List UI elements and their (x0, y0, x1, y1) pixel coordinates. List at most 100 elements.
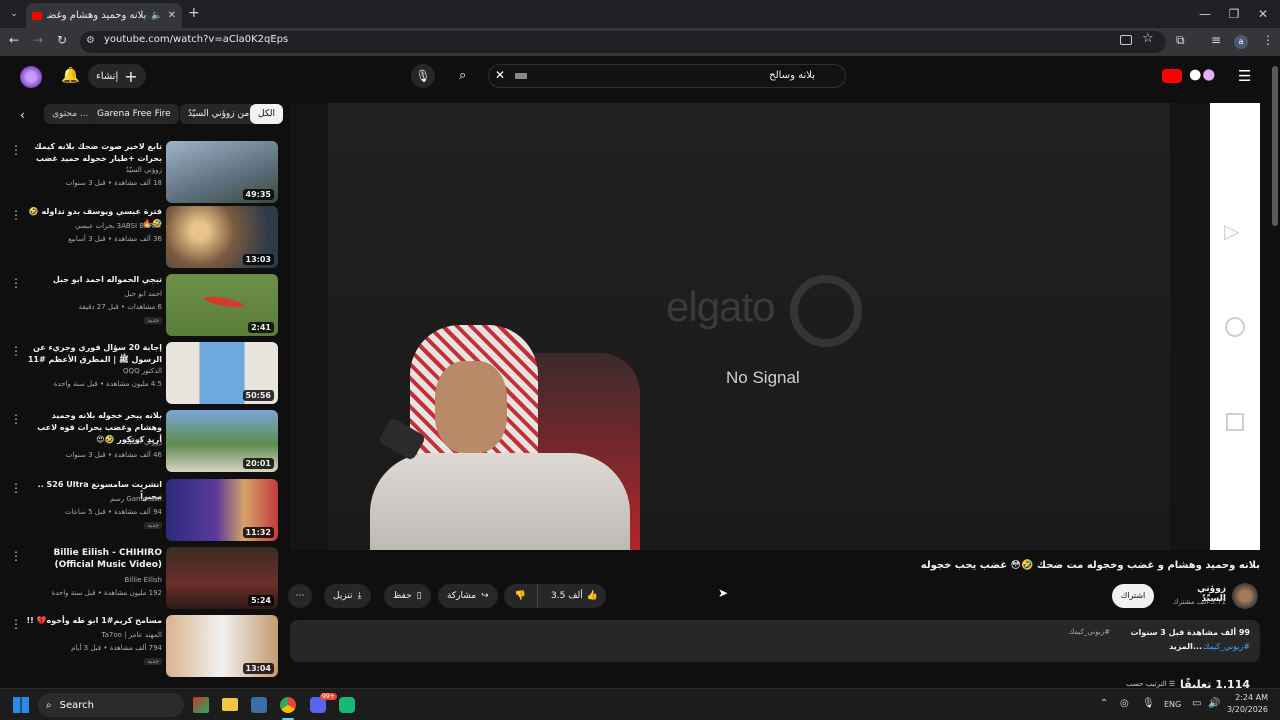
list-item[interactable]: ⋮ فترة عبسي ويوسف بدو تداوله 🤣🤣🔥 3ABSI B… (0, 206, 282, 272)
media-queue-icon[interactable]: ≡ (1211, 33, 1221, 47)
rec-thumbnail[interactable]: 49:35 (166, 141, 278, 203)
rec-thumbnail[interactable]: 13:03 (166, 206, 278, 268)
clear-search-icon[interactable]: ✕ (495, 68, 505, 82)
reload-icon[interactable]: ↻ (57, 33, 67, 47)
tray-chevron-icon[interactable]: ⌃ (1100, 698, 1108, 709)
list-item[interactable]: ⋮ إجابة 20 سؤال فوري وجريء عن الرسول ﷺ |… (0, 342, 282, 408)
forward-icon[interactable]: → (33, 33, 43, 47)
youtube-logo[interactable] (1162, 69, 1182, 83)
list-item[interactable]: ⋮ مسامح كريم#1 ابو طه وأخوه💔 !! المهند ع… (0, 615, 282, 681)
rec-thumbnail[interactable]: 5:24 (166, 547, 278, 609)
guide-menu-icon[interactable]: ☰ (1238, 67, 1251, 85)
home-circle-icon[interactable] (1225, 317, 1245, 337)
more-options-icon[interactable]: ⋮ (10, 143, 22, 157)
rec-channel[interactable]: احمد ابو جبل (22, 290, 162, 298)
rec-thumbnail[interactable]: 13:04 (166, 615, 278, 677)
rec-title[interactable]: إجابة 20 سؤال فوري وجريء عن الرسول ﷺ | ا… (22, 342, 162, 366)
rec-title[interactable]: مسامح كريم#1 ابو طه وأخوه💔 !! (22, 615, 162, 627)
rec-channel[interactable]: الدكتور QQQ (22, 367, 162, 375)
obs-app-icon[interactable] (339, 697, 355, 713)
download-button[interactable]: تنزيل ⤓ (324, 584, 371, 608)
taskbar-search[interactable]: ⌕ Search (38, 693, 184, 717)
show-more-link[interactable]: ...المزيد (1169, 642, 1202, 651)
rec-title[interactable]: تبجي الحمواله احمد ابو جبل (22, 274, 162, 286)
chip-all[interactable]: الكل (250, 104, 284, 124)
voice-search-button[interactable]: 🎙 (411, 64, 435, 88)
more-options-icon[interactable]: ⋮ (10, 344, 22, 358)
share-button[interactable]: مشاركة ↪ (438, 584, 498, 608)
more-options-icon[interactable]: ⋮ (10, 276, 22, 290)
tab-search-button[interactable]: ⌄ (6, 6, 22, 22)
like-button[interactable]: 3.5 ألف 👍 (543, 591, 606, 601)
rec-title[interactable]: Billie Eilish - CHIHIRO (Official Music … (22, 547, 162, 571)
more-actions-button[interactable]: ⋯ (288, 584, 312, 608)
account-avatar[interactable] (20, 66, 42, 88)
save-button[interactable]: حفظ ▯ (384, 584, 431, 608)
list-item[interactable]: ⋮ بلانه يبحر خجوله بلانه وحميد وهشام وغض… (0, 410, 282, 476)
play-triangle-icon[interactable]: ▷ (1224, 219, 1239, 243)
sort-comments-button[interactable]: الترتيب حسب ☰ (1126, 680, 1175, 688)
rec-thumbnail[interactable]: 50:56 (166, 342, 278, 404)
list-item[interactable]: ⋮ Billie Eilish - CHIHIRO (Official Musi… (0, 547, 282, 613)
windows-start-icon[interactable] (13, 697, 29, 713)
rec-channel[interactable]: زوؤني السيّدٌ (22, 166, 162, 174)
chrome-icon[interactable] (280, 697, 296, 713)
page-scrollbar[interactable] (1272, 66, 1278, 226)
dislike-button[interactable]: 👎 (504, 584, 538, 608)
site-info-icon[interactable]: ⚙ (86, 35, 95, 46)
browser-tab[interactable]: ✕ 🔈 بلانه وحميد وهشام وغضب (26, 3, 182, 28)
chip-garena[interactable]: Garena Free Fire (89, 104, 179, 124)
subscribe-button[interactable]: اشتراك (1112, 584, 1154, 608)
list-item[interactable]: ⋮ تبجي الحمواله احمد ابو جبل احمد ابو جب… (0, 274, 282, 340)
rec-channel[interactable]: Gamerawi رسم (22, 495, 162, 503)
close-window-button[interactable]: ✕ (1248, 4, 1278, 24)
network-icon[interactable]: ▭ (1192, 698, 1201, 709)
clock-date[interactable]: 3/20/2026 (1226, 705, 1268, 714)
url-text[interactable]: youtube.com/watch?v=aCla0K2qEps (104, 34, 288, 45)
list-item[interactable]: ⋮ انشريت سامسونغ S26 Ultra .. مجبراً Gam… (0, 479, 282, 545)
search-input[interactable]: بلانه وسالح (769, 70, 815, 81)
search-box[interactable]: ⌕ ✕ بلانه وسالح (459, 64, 846, 88)
language-indicator[interactable]: ENG (1164, 700, 1181, 709)
cast-icon[interactable] (1120, 35, 1132, 45)
rec-channel[interactable]: 3ABSI BARAT بحرات عبسي (22, 222, 162, 230)
rec-thumbnail[interactable]: 20:01 (166, 410, 278, 472)
channel-avatar[interactable] (1232, 583, 1258, 609)
profile-avatar[interactable]: a (1234, 35, 1248, 49)
more-options-icon[interactable]: ⋮ (10, 208, 22, 222)
rec-title[interactable]: تابع لاخير صوت ضحك بلانه كيمك بحرات +طيا… (22, 141, 162, 165)
microphone-icon[interactable]: 🎙 (1142, 698, 1155, 709)
restore-button[interactable]: ❐ (1219, 4, 1249, 24)
audio-icon[interactable]: 🔈 (151, 11, 162, 21)
rec-thumbnail[interactable]: 2:41 (166, 274, 278, 336)
close-tab-icon[interactable]: ✕ (168, 10, 176, 21)
recents-square-icon[interactable] (1226, 413, 1244, 431)
search-icon[interactable]: ⌕ (459, 68, 466, 83)
more-options-icon[interactable]: ⋮ (10, 412, 22, 426)
video-player[interactable]: elgato No Signal (290, 103, 1210, 550)
description-hashtag[interactable]: #زيوني_كيمك (1203, 642, 1250, 651)
more-options-icon[interactable]: ⋮ (10, 617, 22, 631)
new-tab-button[interactable]: + (188, 5, 200, 21)
back-icon[interactable]: ← (9, 33, 19, 47)
minimize-button[interactable]: — (1190, 4, 1220, 24)
rec-channel[interactable]: Billie Eilish (22, 576, 162, 584)
keyboard-icon[interactable] (515, 73, 527, 79)
list-item[interactable]: ⋮ تابع لاخير صوت ضحك بلانه كيمك بحرات +ط… (0, 141, 282, 207)
rec-channel[interactable]: المهند عامر | Ta7oo (22, 631, 162, 639)
more-options-icon[interactable]: ⋮ (10, 549, 22, 563)
chips-scroll-left-icon[interactable]: ‹ (20, 108, 25, 122)
browser-menu-icon[interactable]: ⋮ (1262, 33, 1274, 47)
extensions-icon[interactable]: ⧉ (1176, 33, 1185, 48)
volume-icon[interactable]: 🔊 (1208, 698, 1220, 709)
description-box[interactable]: 99 ألف مشاهدة قبل 3 سنوات #زيوني_كيمك #ز… (290, 620, 1260, 662)
description-tag[interactable]: #زيوني_كيمك (1069, 628, 1110, 636)
create-button[interactable]: إنشاء + (88, 64, 146, 88)
tray-app-icon[interactable]: ◎ (1120, 698, 1129, 709)
notifications-bell-icon[interactable]: 🔔 (61, 66, 80, 84)
rec-channel[interactable]: زوؤني السيّدٌ (22, 438, 162, 446)
clock-time[interactable]: 2:24 AM (1234, 693, 1268, 702)
bookmark-star-icon[interactable]: ☆ (1142, 31, 1154, 46)
chip-from-channel[interactable]: من زوؤني السيّدٌ (180, 104, 258, 124)
store-icon[interactable] (251, 697, 267, 713)
